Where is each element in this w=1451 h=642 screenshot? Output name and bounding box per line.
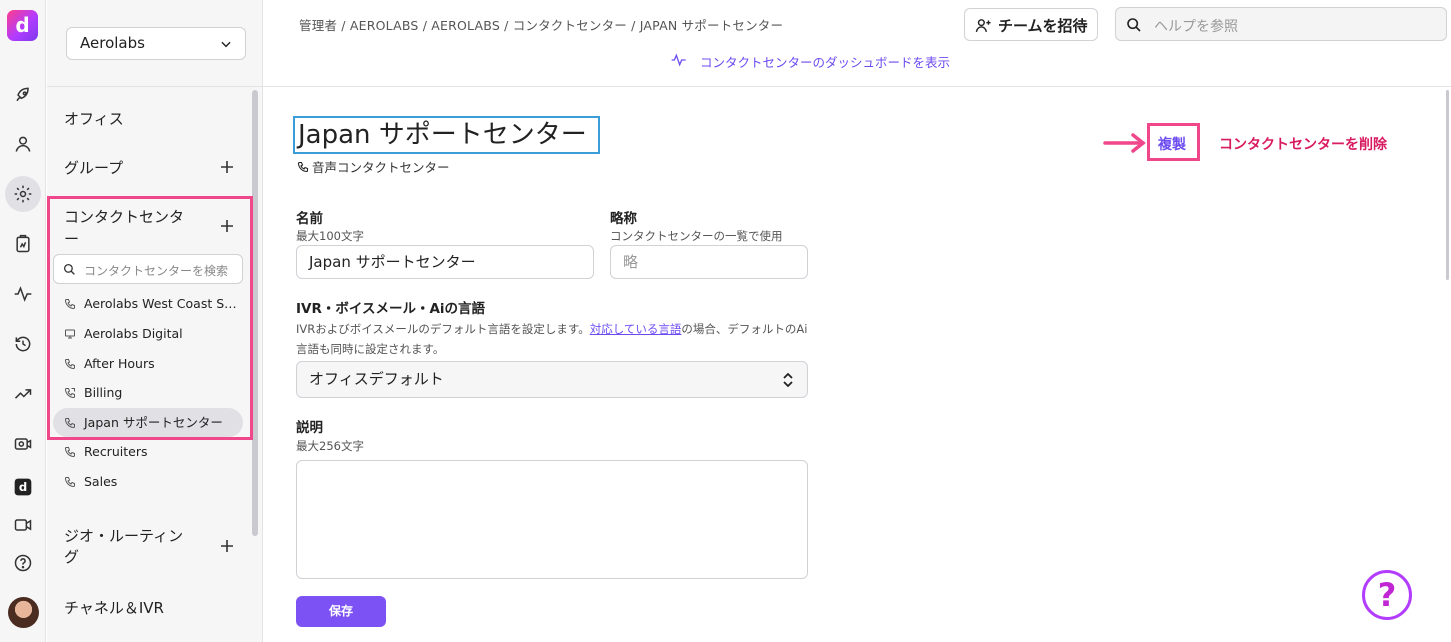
contact-center-label: Recruiters xyxy=(84,444,148,459)
ivr-language-value: オフィスデフォルト xyxy=(309,370,444,388)
invite-team-button[interactable]: チームを招待 xyxy=(964,8,1098,41)
main-scrollbar[interactable] xyxy=(1446,90,1449,280)
divider xyxy=(47,86,263,87)
abbr-label: 略称 xyxy=(610,211,637,227)
activity-icon xyxy=(671,53,686,67)
contact-center-item[interactable]: Recruiters xyxy=(53,437,243,466)
svg-text:d: d xyxy=(19,480,27,494)
camera-switch-icon[interactable] xyxy=(9,430,37,458)
dashboard-link-label: コンタクトセンターのダッシュボードを表示 xyxy=(700,55,951,70)
description-hint: 最大256文字 xyxy=(296,439,364,453)
app-logo[interactable]: d xyxy=(7,10,38,41)
name-label: 名前 xyxy=(296,211,323,227)
phone-icon xyxy=(64,447,75,458)
description-textarea[interactable] xyxy=(296,460,808,579)
sidebar-item-channels-ivr[interactable]: チャネル＆IVR xyxy=(64,597,164,618)
history-icon[interactable] xyxy=(9,330,37,358)
avatar[interactable] xyxy=(8,597,39,628)
gear-icon[interactable] xyxy=(5,176,41,212)
delete-contact-center-button[interactable]: コンタクトセンターを削除 xyxy=(1219,134,1387,154)
sidebar-item-office[interactable]: オフィス xyxy=(64,108,124,129)
add-geo-routing-plus-icon[interactable] xyxy=(220,539,234,553)
dialpad-logo-icon[interactable]: d xyxy=(9,473,37,501)
video-icon[interactable] xyxy=(9,511,37,539)
contact-center-type: 音声コンタクトセンター xyxy=(297,157,450,176)
help-search-placeholder: ヘルプを参照 xyxy=(1154,19,1238,35)
contact-center-highlight-box xyxy=(47,196,253,440)
search-icon xyxy=(1127,18,1141,32)
contact-center-type-label: 音声コンタクトセンター xyxy=(312,160,450,175)
org-select[interactable]: Aerolabs xyxy=(66,27,246,60)
help-circle-icon[interactable] xyxy=(9,549,37,577)
add-person-icon xyxy=(975,19,991,33)
sidebar-item-geo-routing[interactable]: ジオ・ルーティング xyxy=(64,526,194,568)
dashboard-link[interactable]: コンタクトセンターのダッシュボードを表示 xyxy=(671,52,950,71)
name-field[interactable]: Japan サポートセンター xyxy=(296,245,594,279)
description-label: 説明 xyxy=(296,420,323,436)
supported-languages-link[interactable]: 対応している言語 xyxy=(590,322,682,336)
contact-center-label: Sales xyxy=(84,474,118,489)
ivr-language-label: IVR・ボイスメール・Aiの言語 xyxy=(296,301,486,317)
page-title[interactable]: Japan サポートセンター xyxy=(293,116,600,154)
breadcrumb[interactable]: 管理者 / AEROLABS / AEROLABS / コンタクトセンター / … xyxy=(299,15,783,34)
duplicate-button[interactable]: 複製 xyxy=(1158,134,1186,154)
abbr-hint: コンタクトセンターの一覧で使用 xyxy=(610,229,783,243)
help-search-input[interactable]: ヘルプを参照 xyxy=(1115,7,1447,41)
abbr-field[interactable]: 略 xyxy=(610,245,808,279)
sidebar: Aerolabs オフィス グループ コンタクトセンター コンタクトセンターを検… xyxy=(47,0,263,642)
rocket-icon[interactable] xyxy=(9,81,37,109)
arrow-right-icon xyxy=(1103,133,1146,153)
save-button[interactable]: 保存 xyxy=(296,596,386,627)
phone-icon xyxy=(297,161,309,173)
org-select-value: Aerolabs xyxy=(80,34,145,52)
contact-center-item[interactable]: Sales xyxy=(53,467,243,496)
app-rail: d d xyxy=(0,0,46,642)
help-fab-button[interactable]: ? xyxy=(1362,570,1412,620)
ivr-language-select[interactable]: オフィスデフォルト xyxy=(296,361,808,398)
clipboard-icon[interactable] xyxy=(9,230,37,258)
chevron-down-icon xyxy=(221,41,231,48)
sidebar-item-groups[interactable]: グループ xyxy=(64,157,123,178)
activity-icon[interactable] xyxy=(9,280,37,308)
trend-icon[interactable] xyxy=(9,380,37,408)
ivr-desc-text-before: IVRおよびボイスメールのデフォルト言語を設定します。 xyxy=(296,322,590,336)
person-icon[interactable] xyxy=(9,130,37,158)
invite-team-label: チームを招待 xyxy=(998,17,1088,35)
phone-icon xyxy=(64,477,75,488)
chevron-updown-icon xyxy=(783,373,793,387)
header-divider xyxy=(263,86,1451,87)
name-hint: 最大100文字 xyxy=(296,229,364,243)
add-group-plus-icon[interactable] xyxy=(220,160,234,174)
ivr-language-description: IVRおよびボイスメールのデフォルト言語を設定します。対応している言語の場合、デ… xyxy=(296,319,808,359)
